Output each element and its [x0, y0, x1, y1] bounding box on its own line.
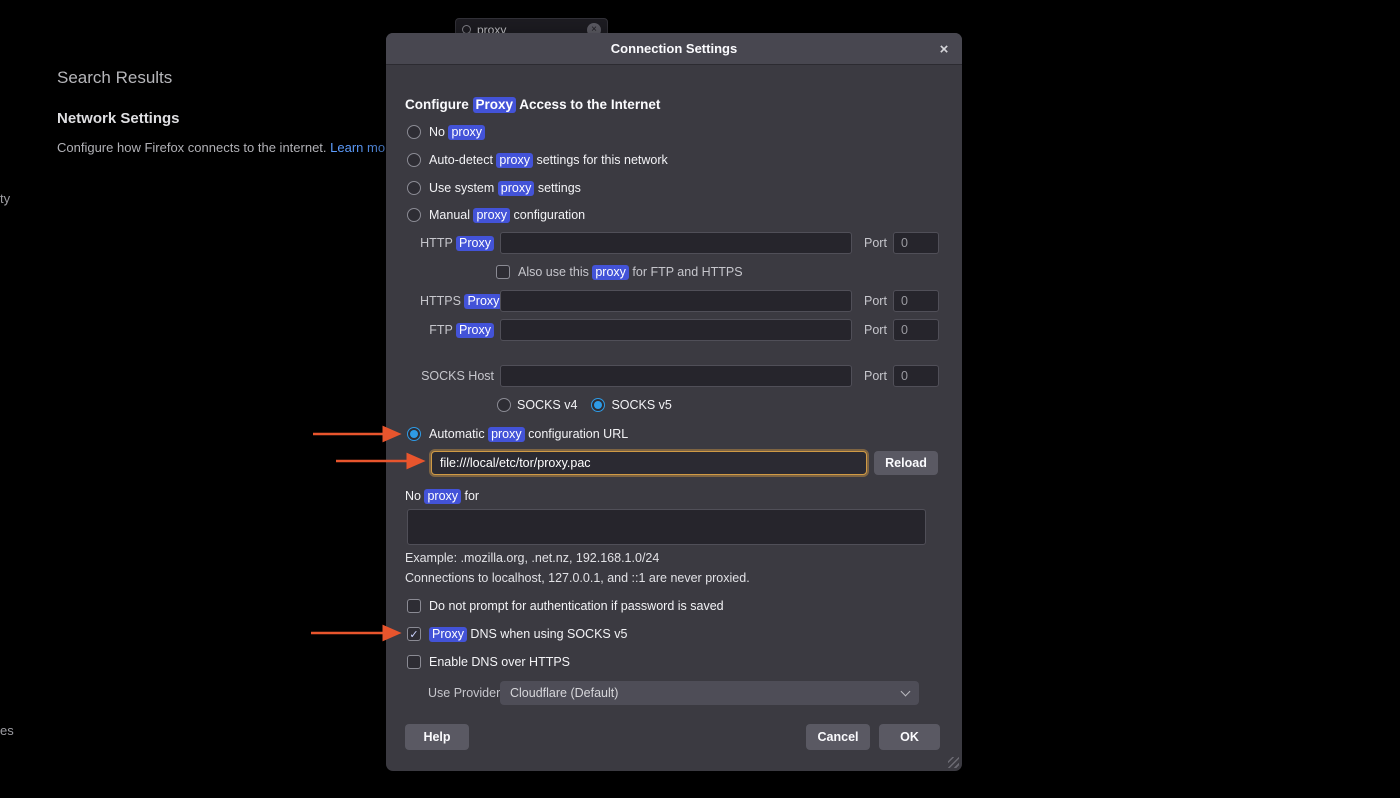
- radio-use-system-proxy[interactable]: Use system proxy settings: [407, 180, 581, 196]
- radio-label: Manual proxy configuration: [429, 208, 585, 222]
- chevron-down-icon: [901, 686, 911, 696]
- https-port-input[interactable]: [893, 290, 939, 312]
- provider-row: Use Provider Cloudflare (Default): [428, 681, 919, 705]
- http-proxy-label: HTTP Proxy: [420, 236, 494, 250]
- radio-no-proxy[interactable]: No proxy: [407, 124, 485, 140]
- proxy-dns-socks5-checkbox-row[interactable]: ✓ Proxy DNS when using SOCKS v5: [407, 626, 627, 642]
- http-port-input[interactable]: [893, 232, 939, 254]
- radio-icon[interactable]: [407, 208, 421, 222]
- provider-value: Cloudflare (Default): [510, 686, 618, 700]
- http-proxy-row: HTTP Proxy Port: [420, 232, 939, 254]
- socks-host-input[interactable]: [500, 365, 852, 387]
- section-description: Configure how Firefox connects to the in…: [57, 140, 389, 155]
- ftp-proxy-label: FTP Proxy: [420, 323, 494, 337]
- https-proxy-row: HTTPS Proxy Port: [420, 290, 939, 312]
- connection-settings-dialog: Connection Settings × Configure Proxy Ac…: [386, 33, 962, 771]
- radio-icon[interactable]: [407, 181, 421, 195]
- socks-port-input[interactable]: [893, 365, 939, 387]
- radio-label: Automatic proxy configuration URL: [429, 427, 628, 441]
- radio-icon[interactable]: [407, 427, 421, 441]
- https-proxy-label: HTTPS Proxy: [420, 294, 494, 308]
- sidebar-label-fragment-bottom: es: [0, 723, 14, 738]
- page-title: Search Results: [57, 68, 172, 88]
- enable-doh-checkbox-row[interactable]: Enable DNS over HTTPS: [407, 654, 570, 670]
- radio-socks-v4-icon[interactable]: [497, 398, 511, 412]
- dialog-title: Connection Settings: [611, 41, 737, 56]
- provider-dropdown[interactable]: Cloudflare (Default): [500, 681, 919, 705]
- socks-host-row: SOCKS Host Port: [420, 365, 939, 387]
- close-icon[interactable]: ×: [935, 40, 953, 58]
- cancel-button[interactable]: Cancel: [806, 724, 870, 750]
- ftp-proxy-input[interactable]: [500, 319, 852, 341]
- example-note: Example: .mozilla.org, .net.nz, 192.168.…: [405, 551, 659, 565]
- localhost-note: Connections to localhost, 127.0.0.1, and…: [405, 571, 750, 585]
- learn-more-link[interactable]: Learn mor: [330, 140, 389, 155]
- dialog-heading: Configure Proxy Access to the Internet: [405, 97, 660, 112]
- checkbox-icon[interactable]: [407, 599, 421, 613]
- checkbox-checked-icon[interactable]: ✓: [407, 627, 421, 641]
- checkbox-label: Also use this proxy for FTP and HTTPS: [518, 265, 743, 279]
- no-proxy-for-textarea[interactable]: [407, 509, 926, 545]
- dialog-titlebar: Connection Settings ×: [386, 33, 962, 65]
- socks-host-label: SOCKS Host: [420, 369, 494, 383]
- no-prompt-auth-checkbox-row[interactable]: Do not prompt for authentication if pass…: [407, 598, 724, 614]
- proxy-url-input[interactable]: [431, 451, 867, 475]
- checkbox-label: Enable DNS over HTTPS: [429, 655, 570, 669]
- radio-automatic-proxy-url[interactable]: Automatic proxy configuration URL: [407, 426, 628, 442]
- ok-button[interactable]: OK: [879, 724, 940, 750]
- no-proxy-for-label: No proxy for: [405, 488, 479, 504]
- radio-label: Use system proxy settings: [429, 181, 581, 195]
- port-label: Port: [864, 369, 887, 383]
- also-use-proxy-checkbox-row[interactable]: Also use this proxy for FTP and HTTPS: [496, 264, 743, 280]
- checkbox-label: Proxy DNS when using SOCKS v5: [429, 627, 627, 641]
- ftp-port-input[interactable]: [893, 319, 939, 341]
- radio-icon[interactable]: [407, 153, 421, 167]
- checkbox-icon[interactable]: [407, 655, 421, 669]
- use-provider-label: Use Provider: [428, 686, 500, 700]
- radio-icon[interactable]: [407, 125, 421, 139]
- section-description-text: Configure how Firefox connects to the in…: [57, 140, 330, 155]
- radio-socks-v5-icon[interactable]: [591, 398, 605, 412]
- socks-v4-label: SOCKS v4: [517, 398, 577, 412]
- socks-v5-label: SOCKS v5: [611, 398, 671, 412]
- radio-manual-proxy[interactable]: Manual proxy configuration: [407, 207, 585, 223]
- ftp-proxy-row: FTP Proxy Port: [420, 319, 939, 341]
- socks-version-group: SOCKS v4 SOCKS v5: [497, 397, 672, 413]
- checkbox-icon[interactable]: [496, 265, 510, 279]
- section-title: Network Settings: [57, 110, 180, 127]
- checkbox-label: Do not prompt for authentication if pass…: [429, 599, 724, 613]
- http-proxy-input[interactable]: [500, 232, 852, 254]
- radio-auto-detect-proxy[interactable]: Auto-detect proxy settings for this netw…: [407, 152, 668, 168]
- port-label: Port: [864, 323, 887, 337]
- sidebar-label-fragment-top: ty: [0, 191, 10, 206]
- reload-button[interactable]: Reload: [874, 451, 938, 475]
- https-proxy-input[interactable]: [500, 290, 852, 312]
- radio-label: Auto-detect proxy settings for this netw…: [429, 153, 668, 167]
- resize-grip[interactable]: [948, 757, 959, 768]
- radio-label: No proxy: [429, 125, 485, 139]
- port-label: Port: [864, 294, 887, 308]
- help-button[interactable]: Help: [405, 724, 469, 750]
- port-label: Port: [864, 236, 887, 250]
